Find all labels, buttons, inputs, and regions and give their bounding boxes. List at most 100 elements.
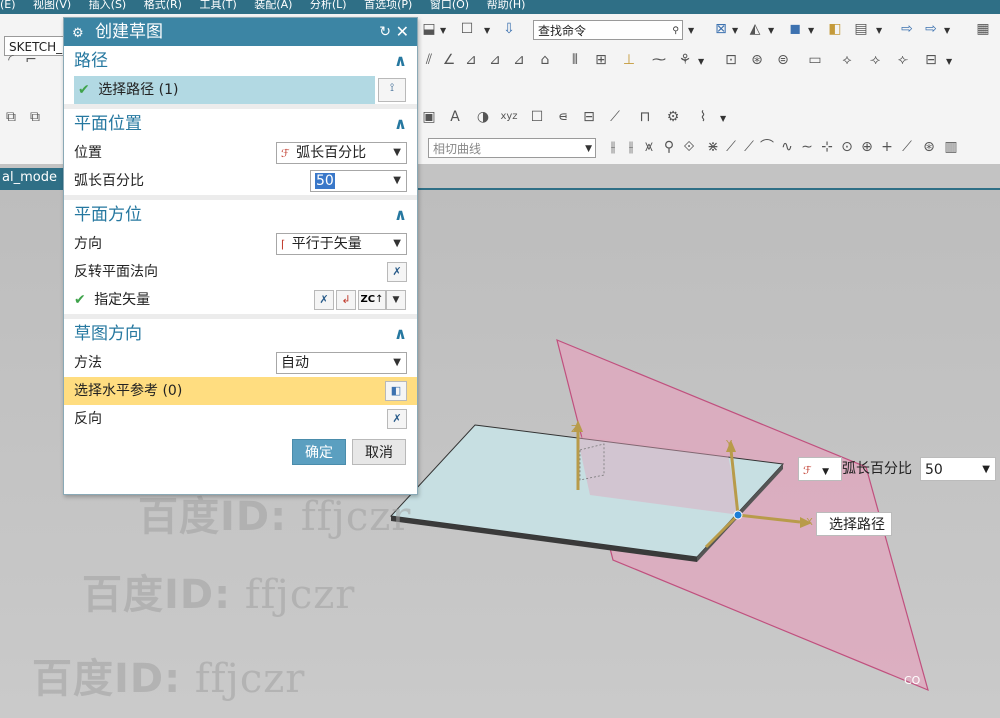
snap-tool-icon[interactable]: ⟋ bbox=[740, 138, 758, 156]
plane-position-header[interactable]: 平面位置 ∧ bbox=[64, 109, 417, 139]
curve-select-icon[interactable]: ⟟ bbox=[378, 78, 406, 102]
sketch-tool-icon[interactable]: ⊞ bbox=[592, 51, 610, 69]
snap-tool-icon[interactable]: ⫲ bbox=[622, 138, 640, 156]
collapse-icon[interactable]: ∧ bbox=[394, 109, 407, 139]
chevron-down-icon[interactable]: ▼ bbox=[440, 26, 446, 35]
sketch-tool-icon[interactable]: ⊿ bbox=[462, 51, 480, 69]
menu-item-edit[interactable]: (E) bbox=[0, 0, 16, 11]
sketch-tool-icon[interactable]: ⊿ bbox=[486, 51, 504, 69]
display-icon[interactable]: ⊓ bbox=[636, 108, 654, 126]
snap-tool-icon[interactable]: ∼ bbox=[798, 138, 816, 156]
curve-filter-select[interactable]: 相切曲线 ▼ bbox=[428, 138, 596, 158]
reverse-direction-icon[interactable]: ✗ bbox=[314, 290, 334, 310]
snap-tool-icon[interactable]: ⊙ bbox=[838, 138, 856, 156]
xyz-icon[interactable]: xyz bbox=[500, 108, 518, 126]
arc-percent-input[interactable]: 50 ▼ bbox=[310, 170, 407, 192]
layout-icon[interactable]: ⧉ bbox=[26, 108, 44, 126]
sketch-tool-icon[interactable]: ⫽ bbox=[420, 51, 438, 69]
snap-tool-icon[interactable]: ⟋ bbox=[898, 138, 916, 156]
layer-icon[interactable]: ◧ bbox=[826, 20, 844, 38]
checkbox-icon[interactable]: ☐ bbox=[458, 20, 476, 38]
chevron-down-icon[interactable]: ▼ bbox=[720, 114, 726, 123]
snap-tool-icon[interactable]: ▥ bbox=[942, 138, 960, 156]
snap-tool-icon[interactable]: ⌒ bbox=[758, 138, 776, 156]
cancel-button[interactable]: 取消 bbox=[352, 439, 406, 465]
ok-button[interactable]: 确定 bbox=[292, 439, 346, 465]
sketch-tool-icon[interactable]: ⌂ bbox=[536, 51, 554, 69]
menu-item-format[interactable]: 格式(R) bbox=[144, 0, 182, 11]
corner-icon[interactable]: ⌐ bbox=[22, 51, 40, 69]
zc-vector-icon[interactable]: ZC↑ bbox=[358, 290, 386, 310]
chevron-down-icon[interactable]: ▼ bbox=[946, 57, 952, 66]
sphere-icon[interactable]: ◑ bbox=[474, 108, 492, 126]
model-tab[interactable]: al_mode bbox=[0, 168, 66, 188]
snap-tool-icon[interactable]: ⋇ bbox=[704, 138, 722, 156]
datum-icon[interactable]: ⊟ bbox=[580, 108, 598, 126]
command-finder-icon[interactable]: ⇩ bbox=[500, 20, 518, 38]
search-icon[interactable]: ⚲ bbox=[672, 21, 679, 39]
sketch-tool-icon[interactable]: ⊡ bbox=[722, 51, 740, 69]
direction-dropdown[interactable]: ⌈ 平行于矢量 ▼ bbox=[276, 233, 407, 255]
collapse-icon[interactable]: ∧ bbox=[394, 46, 407, 76]
chevron-down-icon[interactable]: ▼ bbox=[688, 26, 694, 35]
chevron-down-icon[interactable]: ▼ bbox=[484, 26, 490, 35]
method-dropdown[interactable]: 自动 ▼ bbox=[276, 352, 407, 374]
gear-icon[interactable]: ⚙ bbox=[72, 26, 84, 41]
select-path-row[interactable]: ✔ 选择路径 (1) ⟟ bbox=[74, 76, 406, 104]
snap-tool-icon[interactable]: ⊹ bbox=[818, 138, 836, 156]
snap-tool-icon[interactable]: ⚲ bbox=[660, 138, 678, 156]
chevron-down-icon[interactable]: ▼ bbox=[386, 290, 406, 310]
sketch-tool-icon[interactable]: ∠ bbox=[440, 51, 458, 69]
collapse-icon[interactable]: ∧ bbox=[394, 200, 407, 230]
close-icon[interactable]: ✕ bbox=[396, 18, 409, 46]
menu-item-window[interactable]: 窗口(O) bbox=[430, 0, 469, 11]
plane-orientation-header[interactable]: 平面方位 ∧ bbox=[64, 200, 417, 230]
gear-icon[interactable]: ⚙ bbox=[664, 108, 682, 126]
table-icon[interactable]: ▣ bbox=[420, 108, 438, 126]
vector-dialog-icon[interactable]: ↲ bbox=[336, 290, 356, 310]
snap-tool-icon[interactable]: + bbox=[878, 138, 896, 156]
wave-icon[interactable]: ⌇ bbox=[694, 108, 712, 126]
sketch-tool-icon[interactable]: ⟢ bbox=[866, 51, 884, 69]
sketch-tool-icon[interactable]: ⊜ bbox=[774, 51, 792, 69]
snap-tool-icon[interactable]: ⫲ bbox=[604, 138, 622, 156]
more-tools-icon[interactable]: ▦ bbox=[974, 20, 992, 38]
menu-item-help[interactable]: 帮助(H) bbox=[487, 0, 526, 11]
fit-view-icon[interactable]: ⊠ bbox=[712, 20, 730, 38]
snap-icon[interactable]: ⬓ bbox=[420, 20, 438, 38]
sketch-tool-icon[interactable]: ⟣ bbox=[894, 51, 912, 69]
render-style-icon[interactable]: ◭ bbox=[746, 20, 764, 38]
menu-item-analysis[interactable]: 分析(L) bbox=[310, 0, 347, 11]
layout-icon[interactable]: ⧉ bbox=[2, 108, 20, 126]
chevron-down-icon[interactable]: ▼ bbox=[698, 57, 704, 66]
chevron-down-icon[interactable]: ▼ bbox=[732, 26, 738, 35]
snap-tool-icon[interactable]: ⩙ bbox=[640, 138, 658, 156]
chevron-down-icon[interactable]: ▼ bbox=[876, 26, 882, 35]
text-icon[interactable]: A bbox=[446, 108, 464, 126]
sketch-tool-icon[interactable]: ⊿ bbox=[510, 51, 528, 69]
snap-tool-icon[interactable]: ⊕ bbox=[858, 138, 876, 156]
arc-percent-screen-input[interactable]: 50 ▼ bbox=[920, 457, 996, 481]
snap-tool-icon[interactable]: ⟐ bbox=[680, 138, 698, 156]
menu-item-assembly[interactable]: 装配(A) bbox=[254, 0, 292, 11]
chevron-down-icon[interactable]: ▼ bbox=[808, 26, 814, 35]
sketch-tool-icon[interactable]: ⫴ bbox=[566, 51, 584, 69]
select-horizontal-ref-row[interactable]: 选择水平参考 (0) ◧ bbox=[64, 377, 417, 405]
sketch-tool-icon[interactable]: ▭ bbox=[806, 51, 824, 69]
sketch-tool-icon[interactable]: ⊥ bbox=[620, 51, 638, 69]
move-icon[interactable]: ⇨ bbox=[898, 20, 916, 38]
measure-icon[interactable]: ⟋ bbox=[606, 108, 624, 126]
snap-tool-icon[interactable]: ⟋ bbox=[722, 138, 740, 156]
menu-item-tools[interactable]: 工具(T) bbox=[199, 0, 236, 11]
box-icon[interactable]: ☐ bbox=[528, 108, 546, 126]
path-section-header[interactable]: 路径 ∧ bbox=[64, 46, 417, 76]
position-dropdown[interactable]: ℱ 弧长百分比 ▼ bbox=[276, 142, 407, 164]
menu-item-view[interactable]: 视图(V) bbox=[33, 0, 71, 11]
snap-tool-icon[interactable]: ∿ bbox=[778, 138, 796, 156]
transform-icon[interactable]: ⇨ bbox=[922, 20, 940, 38]
page-icon[interactable]: ▤ bbox=[852, 20, 870, 38]
command-search-input[interactable]: 查找命令 ⚲ bbox=[533, 20, 683, 40]
collapse-icon[interactable]: ∧ bbox=[394, 319, 407, 349]
reverse-direction-icon[interactable]: ✗ bbox=[387, 262, 407, 282]
sketch-tool-icon[interactable]: ⁓ bbox=[650, 51, 668, 69]
